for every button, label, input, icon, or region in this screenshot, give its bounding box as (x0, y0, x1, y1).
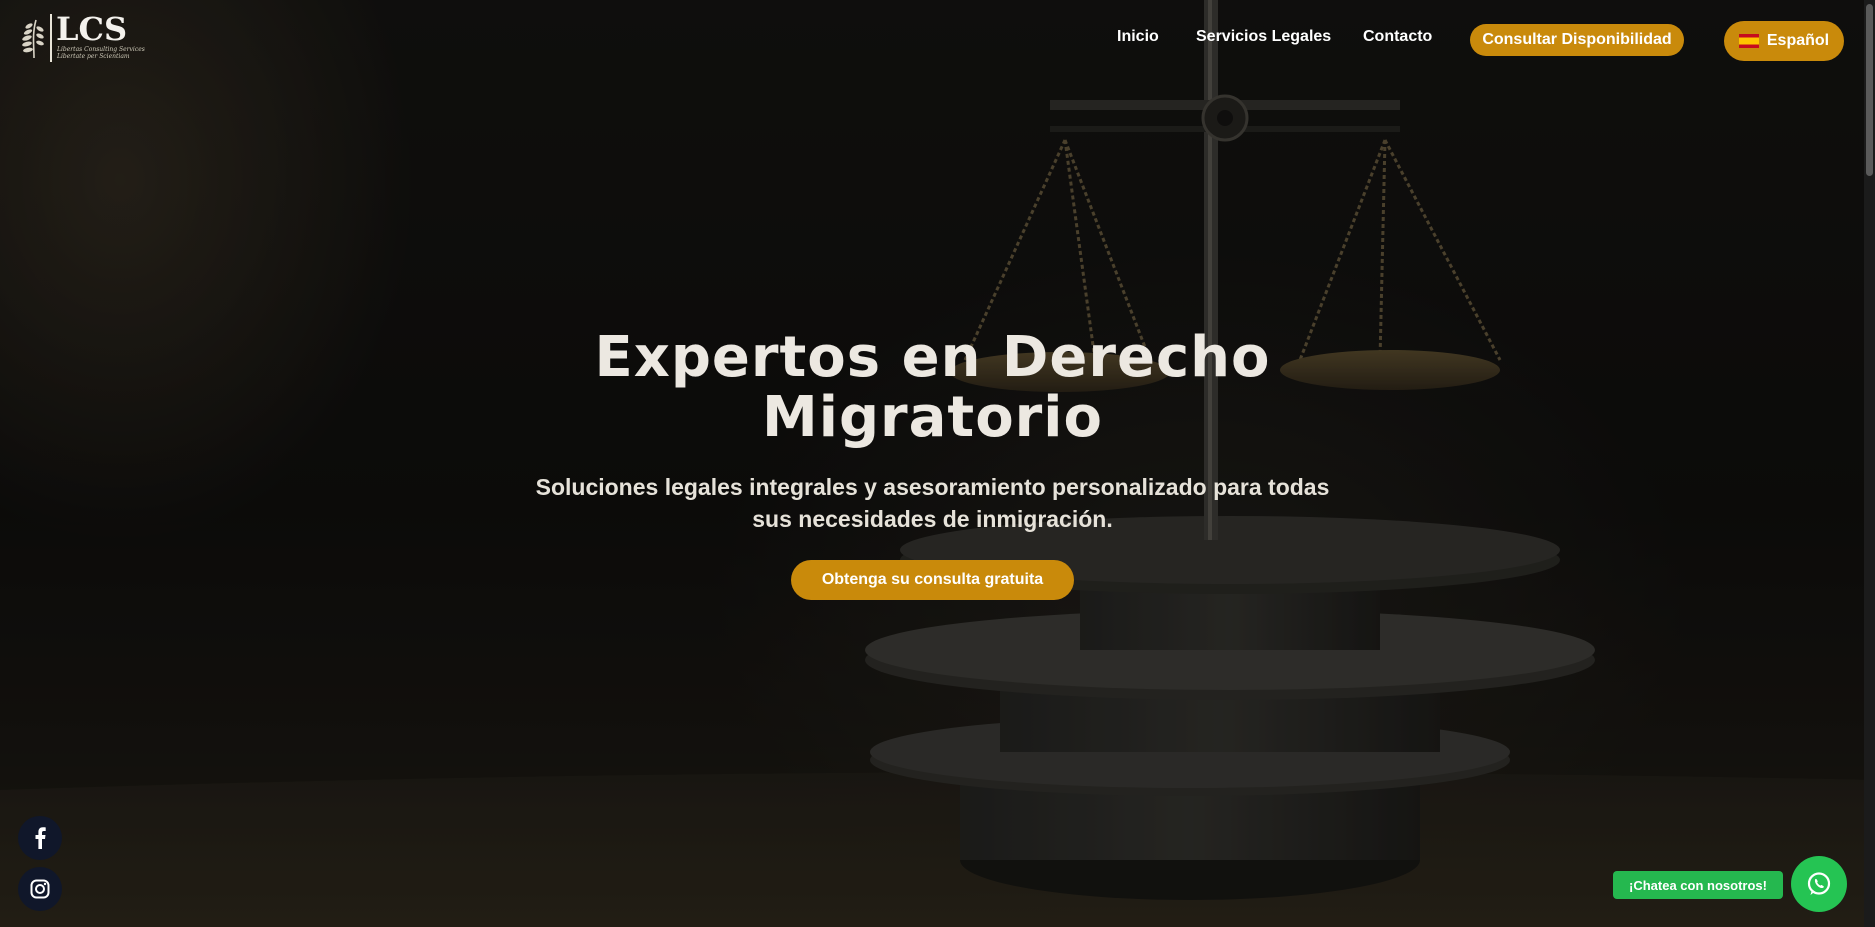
logo-motto: Libertate per Scientiam (57, 53, 130, 60)
language-label: Español (1766, 32, 1830, 49)
instagram-link[interactable] (18, 867, 62, 911)
free-consultation-button[interactable]: Obtenga su consulta gratuita (791, 560, 1074, 600)
whatsapp-icon (1807, 872, 1831, 895)
facebook-icon (35, 827, 46, 849)
nav-link-inicio[interactable]: Inicio (1117, 28, 1159, 46)
nav-link-contacto[interactable]: Contacto (1363, 28, 1432, 46)
instagram-icon (30, 879, 50, 899)
chat-label[interactable]: ¡Chatea con nosotros! (1613, 871, 1783, 899)
facebook-link[interactable] (18, 816, 62, 860)
whatsapp-chat-button[interactable] (1791, 856, 1847, 912)
check-availability-button[interactable]: Consultar Disponibilidad (1470, 24, 1684, 56)
hero-overlay (0, 0, 1875, 927)
page-scrollbar[interactable] (1864, 0, 1875, 927)
language-selector[interactable]: Español (1724, 21, 1844, 61)
check-availability-label: Consultar Disponibilidad (1482, 31, 1672, 48)
hero-title: Expertos en Derecho Migratorio (594, 325, 1271, 450)
nav-link-servicios-legales[interactable]: Servicios Legales (1196, 28, 1331, 46)
hero-subtitle: Soluciones legales integrales y asesoram… (535, 474, 1330, 532)
scrollbar-thumb[interactable] (1866, 4, 1873, 176)
chat-label-text: ¡Chatea con nosotros! (1629, 877, 1767, 893)
laurel-icon (22, 19, 44, 59)
spain-flag-icon (1738, 34, 1759, 48)
site-logo[interactable]: LCS Libertas Consulting Services Liberta… (20, 10, 145, 62)
free-consultation-label: Obtenga su consulta gratuita (821, 571, 1044, 588)
logo-mark: LCS (56, 10, 128, 48)
logo-divider (50, 14, 52, 62)
landing-page: LCS Libertas Consulting Services Liberta… (0, 0, 1875, 927)
logo-tagline: Libertas Consulting Services (57, 46, 145, 53)
